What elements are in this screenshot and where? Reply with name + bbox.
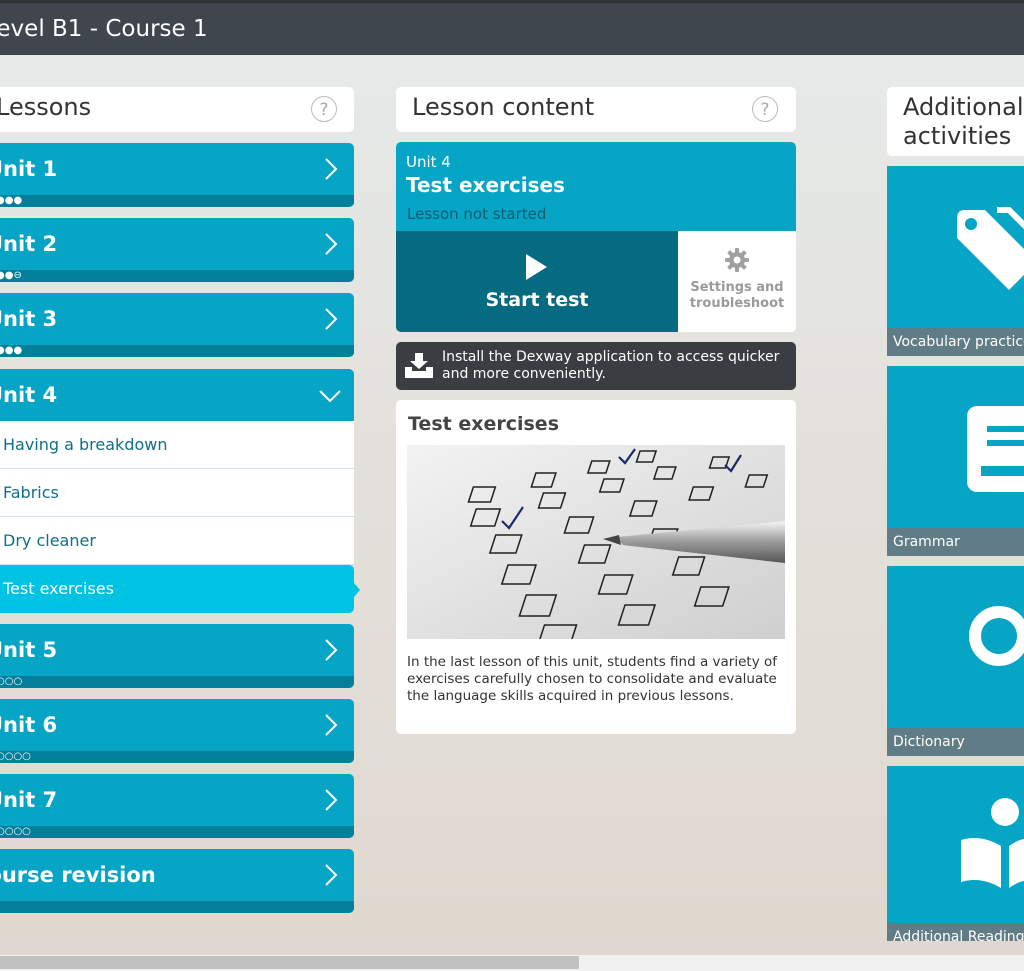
install-banner-text: Install the Dexway application to access… — [442, 349, 780, 382]
unit-label: Unit 4 — [0, 383, 58, 407]
vocabulary-practice-tile[interactable]: Vocabulary practice — [887, 166, 1024, 356]
progress-dots: ○○○○ — [0, 826, 31, 837]
lesson-label: Test exercises — [3, 579, 114, 598]
gear-icon — [725, 248, 749, 272]
course-revision-row[interactable]: Course revision — [0, 849, 354, 913]
reader-icon — [961, 798, 1024, 888]
progress-bar — [0, 345, 354, 357]
install-app-banner[interactable]: Install the Dexway application to access… — [396, 342, 796, 390]
active-lesson-pointer — [354, 583, 360, 597]
chevron-right-icon — [325, 789, 338, 811]
progress-dots: ●●⊖ — [0, 270, 22, 281]
unit-6-row[interactable]: Unit 6 ○○○○ — [0, 699, 354, 763]
help-icon[interactable]: ? — [311, 96, 337, 122]
horizontal-scrollbar-thumb[interactable] — [0, 956, 579, 969]
test-answer-sheet-image — [407, 445, 785, 639]
vocabulary-practice-label: Vocabulary practice — [887, 328, 1024, 356]
dictionary-tile[interactable]: Dictionary — [887, 566, 1024, 756]
unit-4-row-expanded[interactable]: Unit 4 — [0, 369, 354, 421]
chevron-right-icon — [325, 864, 338, 886]
unit-5-row[interactable]: Unit 5 ○○○ — [0, 624, 354, 688]
settings-troubleshoot-button[interactable]: Settings and troubleshoot — [678, 231, 796, 332]
additional-reading-label: Additional Reading — [887, 923, 1024, 941]
play-icon — [526, 254, 547, 280]
additional-activities-title: Additional activities — [903, 93, 1023, 151]
lessons-panel-header: Lessons ? — [0, 87, 354, 132]
lesson-card: Unit 4 Test exercises Lesson not started… — [396, 142, 796, 332]
grammar-label: Grammar — [887, 528, 1024, 556]
unit-1-row[interactable]: Unit 1 ●●● — [0, 143, 354, 207]
description-text: In the last lesson of this unit, student… — [407, 654, 777, 704]
progress-dots: ○○○○ — [0, 751, 31, 762]
lesson-item-dry-cleaner[interactable]: Dry cleaner — [0, 517, 354, 565]
chevron-down-icon — [319, 390, 341, 403]
settings-label-line2: troubleshoot — [689, 296, 785, 311]
progress-bar — [0, 826, 354, 838]
grammar-tile[interactable]: Grammar — [887, 366, 1024, 556]
chevron-right-icon — [325, 158, 338, 180]
progress-bar — [0, 751, 354, 763]
lesson-card-header: Unit 4 Test exercises Lesson not started — [396, 142, 796, 231]
progress-dots: ●●● — [0, 345, 23, 356]
lesson-item-test-exercises-active[interactable]: Test exercises — [0, 565, 354, 613]
course-title: Level B1 - Course 1 — [0, 16, 208, 42]
lesson-title: Test exercises — [406, 173, 565, 197]
tag-icon — [957, 207, 1024, 290]
chevron-right-icon — [325, 308, 338, 330]
top-bar: Level B1 - Course 1 — [0, 0, 1024, 55]
lesson-label: Having a breakdown — [3, 435, 168, 454]
help-icon[interactable]: ? — [752, 96, 778, 122]
start-test-label: Start test — [485, 289, 589, 311]
chevron-right-icon — [325, 233, 338, 255]
unit-label: Course revision — [0, 863, 156, 887]
lesson-description-card: Test exercises In the last lesson of thi… — [396, 400, 796, 734]
lesson-status: Lesson not started — [407, 205, 547, 223]
magnifier-icon — [969, 606, 1024, 666]
lesson-item-fabrics[interactable]: Fabrics — [0, 469, 354, 517]
lesson-content-title: Lesson content — [412, 93, 595, 121]
progress-dots: ●●● — [0, 195, 23, 206]
additional-reading-tile[interactable]: Additional Reading — [887, 766, 1024, 941]
unit-label: Unit 2 — [0, 232, 58, 256]
settings-label: Settings and troubleshoot — [678, 280, 796, 312]
progress-bar — [0, 901, 354, 913]
lesson-label: Dry cleaner — [3, 531, 96, 550]
unit-2-row[interactable]: Unit 2 ●●⊖ — [0, 218, 354, 282]
unit-label: Unit 3 — [0, 307, 58, 331]
unit-label: Unit 7 — [0, 788, 58, 812]
additional-title-line1: Additional — [903, 93, 1024, 121]
book-icon — [967, 406, 1024, 492]
description-title: Test exercises — [408, 413, 560, 435]
unit-label: Unit 5 — [0, 638, 58, 662]
settings-label-line1: Settings and — [690, 280, 784, 295]
download-icon — [405, 353, 433, 378]
lesson-content-header: Lesson content ? — [396, 87, 796, 132]
unit-7-row[interactable]: Unit 7 ○○○○ — [0, 774, 354, 838]
lessons-title: Lessons — [0, 93, 92, 121]
chevron-right-icon — [325, 639, 338, 661]
progress-dots: ○○○ — [0, 676, 23, 687]
unit-label: Unit 6 — [0, 713, 58, 737]
dictionary-label: Dictionary — [887, 728, 1024, 756]
unit-label: Unit 1 — [0, 157, 58, 181]
lesson-item-having-a-breakdown[interactable]: Having a breakdown — [0, 421, 354, 469]
chevron-right-icon — [325, 714, 338, 736]
progress-bar — [0, 195, 354, 207]
additional-activities-header: Additional activities — [887, 87, 1024, 156]
progress-bar — [0, 270, 354, 282]
progress-bar — [0, 676, 354, 688]
unit-3-row[interactable]: Unit 3 ●●● — [0, 293, 354, 357]
lesson-label: Fabrics — [3, 483, 59, 502]
lesson-unit-label: Unit 4 — [406, 153, 451, 171]
additional-title-line2: activities — [903, 122, 1012, 150]
start-test-button[interactable]: Start test — [396, 231, 678, 332]
